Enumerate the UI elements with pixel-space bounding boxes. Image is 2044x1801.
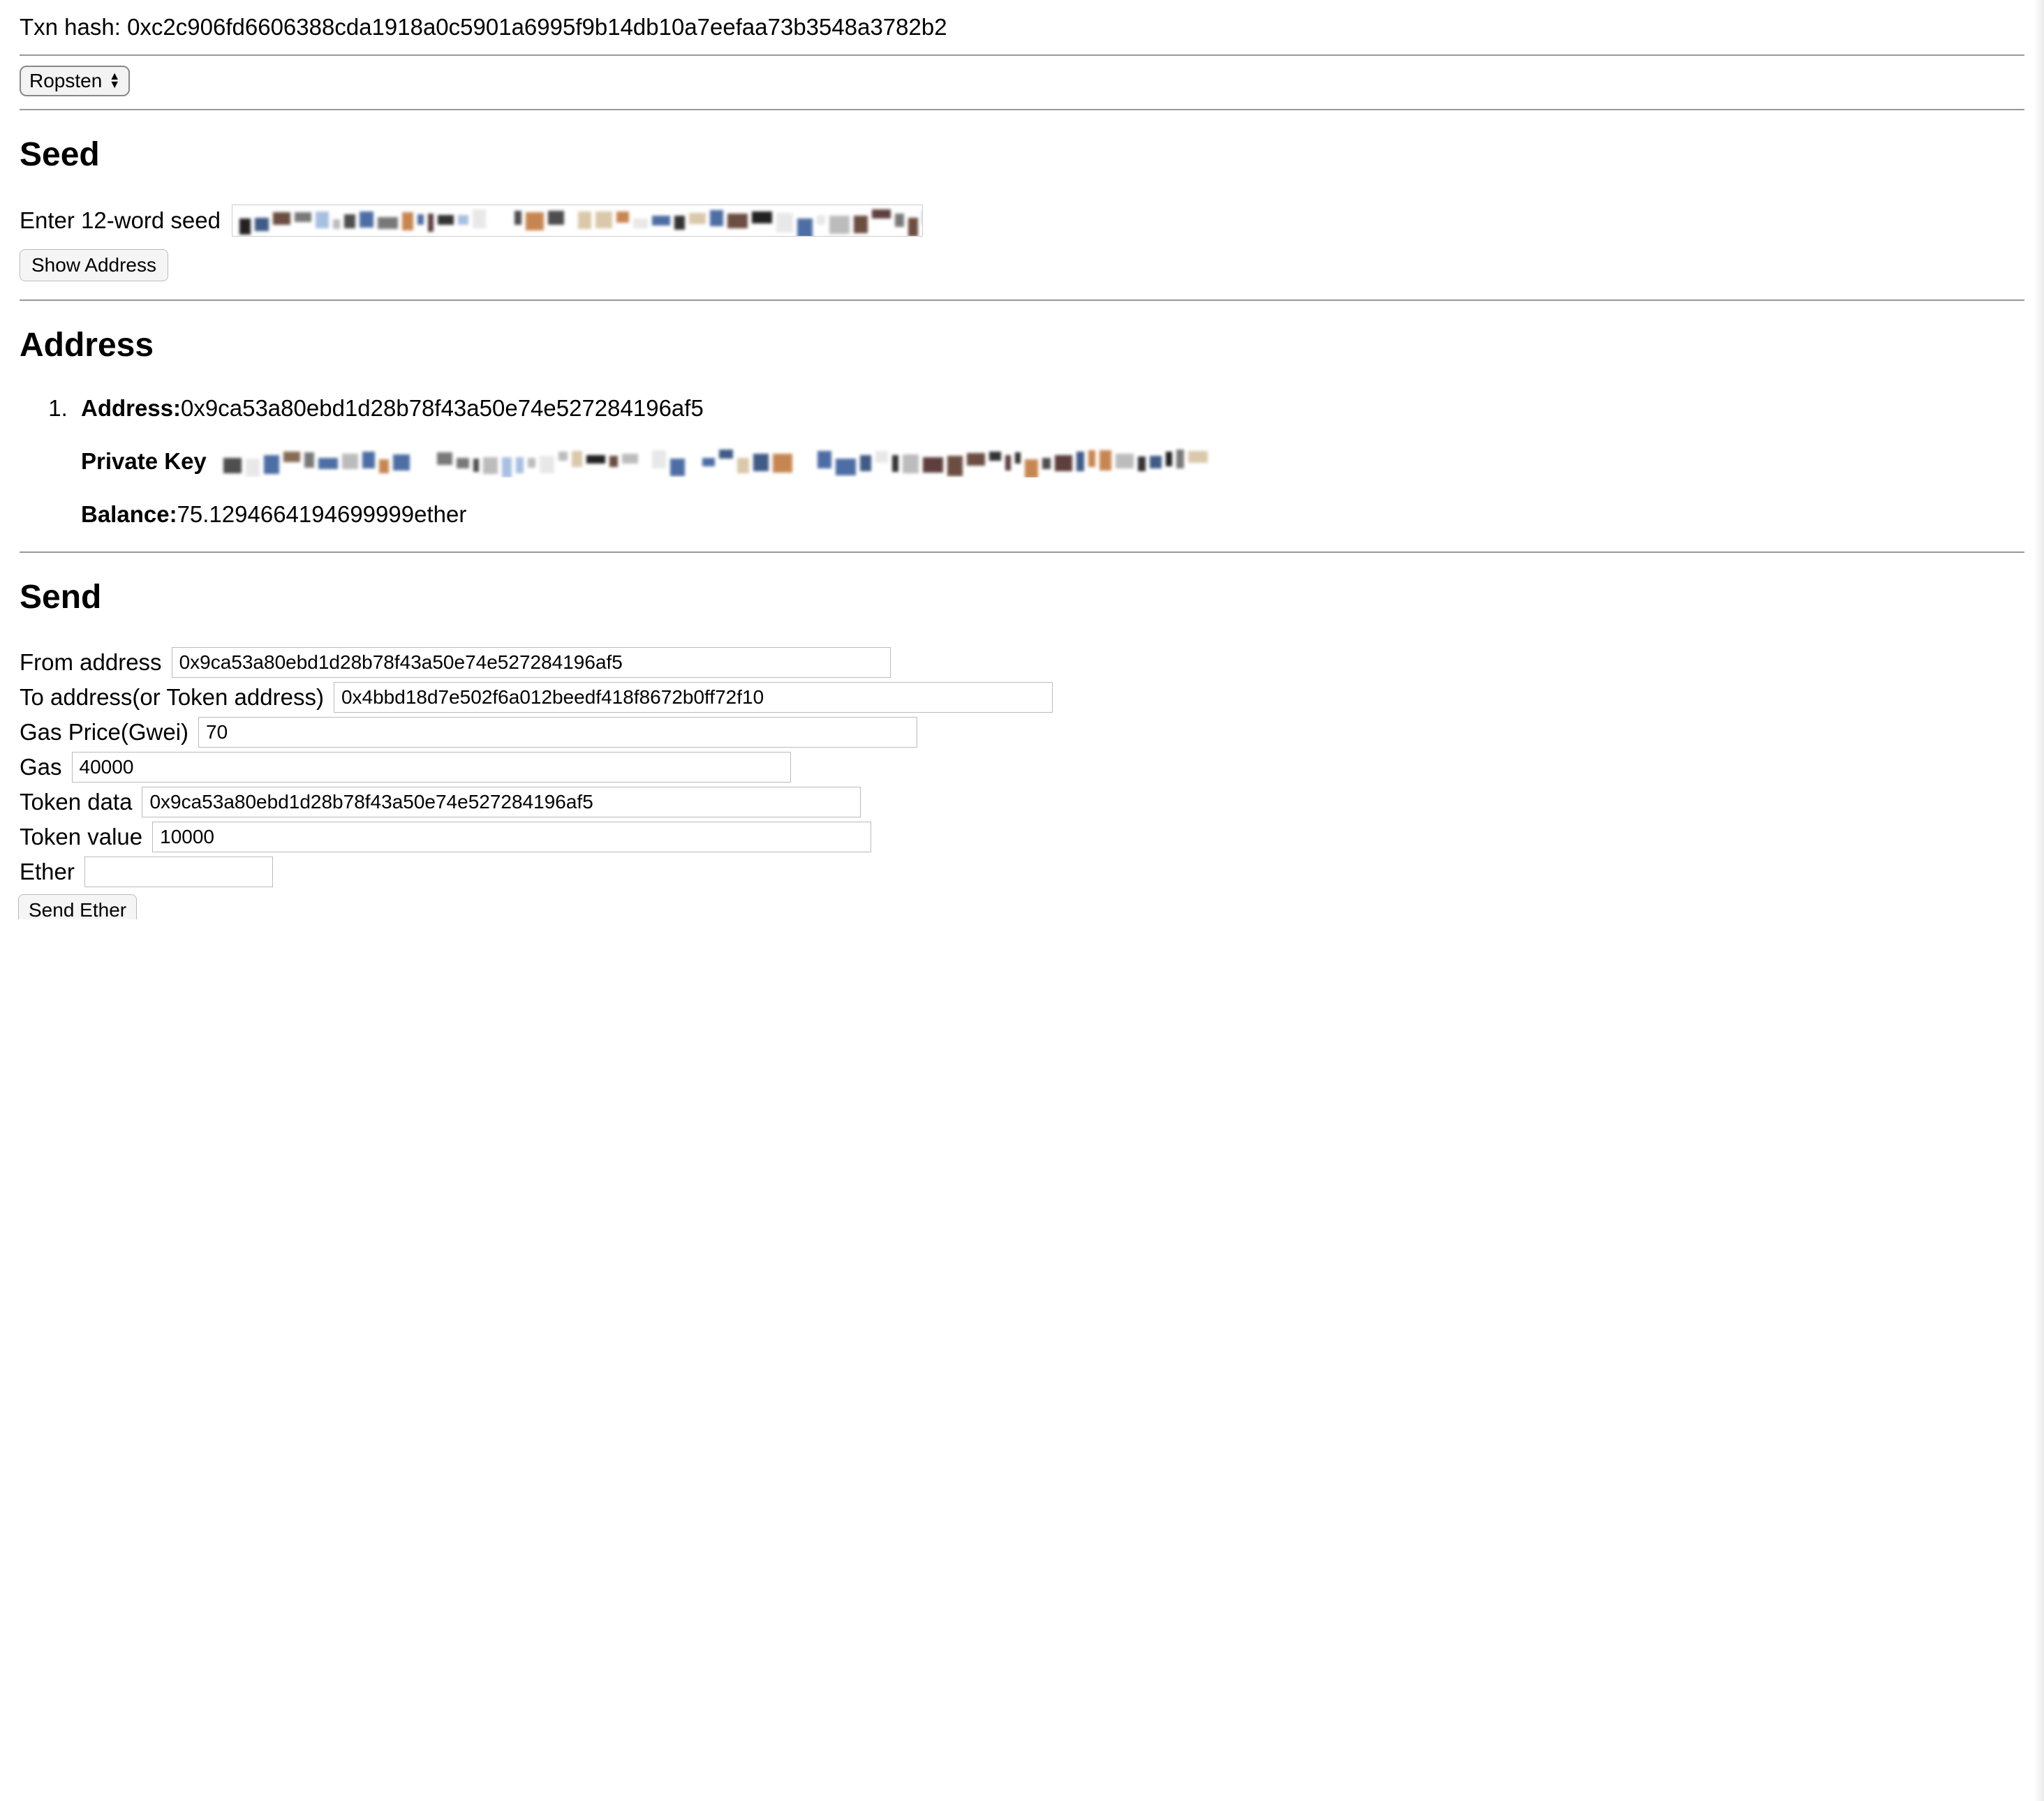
- network-selector-row: Ropsten ▲ ▼: [20, 56, 2024, 109]
- private-key-line: Private Key: [81, 445, 2024, 477]
- balance-line: Balance:75.1294664194699999ether: [81, 501, 2024, 528]
- txn-hash-value: 0xc2c906fd6606388cda1918a0c5901a6995f9b1…: [127, 14, 947, 40]
- ether-row: Ether: [20, 857, 2024, 887]
- ether-input[interactable]: [84, 857, 273, 887]
- ether-label: Ether: [20, 859, 75, 885]
- balance-label: Balance:: [81, 501, 177, 527]
- seed-heading: Seed: [20, 135, 2024, 174]
- token-data-label: Token data: [20, 789, 132, 815]
- send-heading: Send: [20, 578, 2024, 616]
- private-key-label: Private Key: [81, 448, 207, 475]
- gas-row: Gas: [20, 752, 2024, 783]
- scrollbar-shadow: [2034, 0, 2044, 1801]
- private-key-redacted: [216, 445, 2024, 477]
- address-list-item: Address:0x9ca53a80ebd1d28b78f43a50e74e52…: [74, 395, 2024, 528]
- to-address-input[interactable]: [334, 682, 1053, 713]
- address-line: Address:0x9ca53a80ebd1d28b78f43a50e74e52…: [81, 395, 2024, 422]
- seed-input-label: Enter 12-word seed: [20, 207, 221, 234]
- send-ether-button-cutoff: Send Ether: [18, 894, 2024, 919]
- send-ether-button[interactable]: Send Ether: [18, 894, 137, 919]
- address-list: Address:0x9ca53a80ebd1d28b78f43a50e74e52…: [20, 395, 2024, 528]
- to-address-label: To address(or Token address): [20, 684, 324, 711]
- seed-input[interactable]: [232, 205, 923, 237]
- token-data-row: Token data: [20, 787, 2024, 817]
- network-select[interactable]: Ropsten ▲ ▼: [20, 66, 130, 96]
- gas-price-label: Gas Price(Gwei): [20, 719, 188, 746]
- token-data-input[interactable]: [142, 787, 861, 817]
- redacted-content: [239, 209, 915, 232]
- gas-label: Gas: [20, 754, 62, 780]
- divider: [20, 109, 2024, 110]
- address-label: Address:: [81, 395, 181, 421]
- show-address-button[interactable]: Show Address: [20, 249, 168, 281]
- redacted-content: [223, 450, 2017, 473]
- token-value-label: Token value: [20, 824, 142, 850]
- txn-hash-line: Txn hash: 0xc2c906fd6606388cda1918a0c590…: [20, 14, 2024, 40]
- balance-unit: ether: [414, 501, 466, 527]
- from-address-row: From address: [20, 647, 2024, 678]
- token-value-input[interactable]: [152, 822, 871, 852]
- from-address-label: From address: [20, 649, 162, 676]
- token-value-row: Token value: [20, 822, 2024, 852]
- divider: [20, 299, 2024, 301]
- seed-input-row: Enter 12-word seed: [20, 205, 2024, 237]
- gas-price-row: Gas Price(Gwei): [20, 717, 2024, 748]
- from-address-input[interactable]: [172, 647, 891, 678]
- gas-input[interactable]: [72, 752, 791, 783]
- gas-price-input[interactable]: [198, 717, 917, 748]
- balance-value: 75.1294664194699999: [177, 501, 415, 527]
- address-value: 0x9ca53a80ebd1d28b78f43a50e74e527284196a…: [181, 395, 704, 421]
- updown-icon: ▲ ▼: [109, 73, 120, 89]
- to-address-row: To address(or Token address): [20, 682, 2024, 713]
- network-select-value: Ropsten: [29, 70, 102, 92]
- txn-hash-label: Txn hash:: [20, 14, 127, 40]
- address-heading: Address: [20, 326, 2024, 364]
- divider: [20, 551, 2024, 553]
